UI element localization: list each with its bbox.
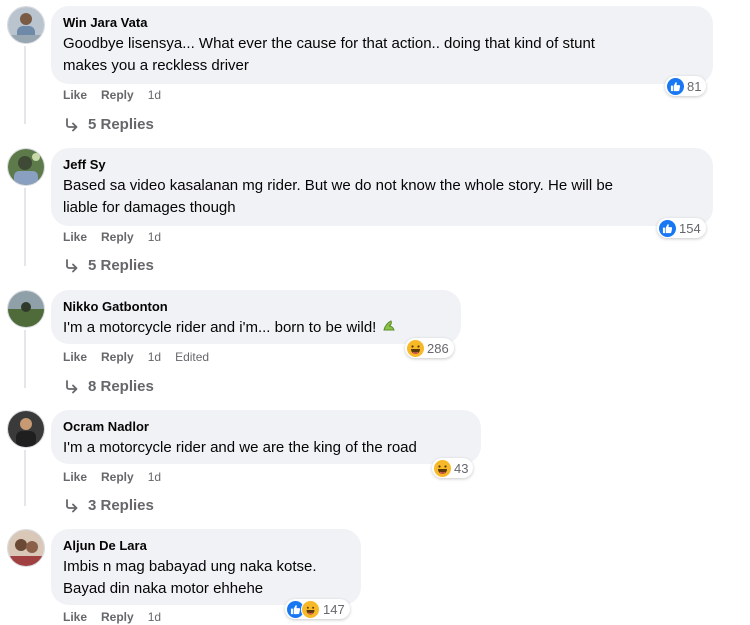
- timestamp[interactable]: 1d: [148, 87, 161, 103]
- reaction-summary[interactable]: 286: [405, 338, 454, 358]
- avatar[interactable]: [7, 410, 45, 448]
- replies-label: 5 Replies: [88, 257, 154, 274]
- reaction-count: 286: [427, 340, 449, 356]
- thread-line: [24, 450, 26, 506]
- comment-bubble: Nikko Gatbonton I'm a motorcycle rider a…: [51, 290, 461, 344]
- reaction-summary[interactable]: 154: [657, 218, 706, 238]
- comment-text-line: Based sa video kasalanan mg rider. But w…: [63, 177, 614, 194]
- avatar[interactable]: [7, 529, 45, 567]
- like-icon: [659, 219, 676, 237]
- view-replies-button[interactable]: 5 Replies: [64, 115, 154, 135]
- comment-author[interactable]: Jeff Sy: [63, 156, 701, 173]
- replies-label: 3 Replies: [88, 497, 154, 514]
- comment-text: I'm a motorcycle rider and we are the ki…: [63, 437, 469, 459]
- reaction-count: 154: [679, 220, 701, 236]
- comment-text-line: I'm a motorcycle rider and we are the ki…: [63, 439, 417, 456]
- reaction-count: 43: [454, 460, 469, 476]
- reply-button[interactable]: Reply: [101, 87, 134, 103]
- comment-actions: Like Reply 1d: [63, 87, 161, 103]
- replies-label: 5 Replies: [88, 116, 154, 133]
- reply-arrow-icon: [66, 380, 78, 394]
- like-icon: [667, 77, 684, 95]
- comment-text: Goodbye lisensya... What ever the cause …: [63, 33, 701, 77]
- comment-actions: Like Reply 1d Edited: [63, 349, 209, 365]
- reply-arrow-icon: [66, 259, 78, 273]
- comment-author[interactable]: Aljun De Lara: [63, 537, 349, 554]
- comment-text: I'm a motorcycle rider and i'm... born t…: [63, 317, 449, 339]
- comment-text-line: I'm a motorcycle rider and i'm... born t…: [63, 319, 377, 336]
- haha-icon: [301, 599, 320, 619]
- timestamp[interactable]: 1d: [148, 469, 161, 485]
- haha-icon: [434, 459, 451, 477]
- avatar[interactable]: [7, 290, 45, 328]
- comment-text-line: Bayad din naka motor ehhehe: [63, 580, 264, 597]
- timestamp[interactable]: 1d: [148, 229, 161, 245]
- reaction-summary[interactable]: 147: [285, 599, 350, 619]
- comment-actions: Like Reply 1d: [63, 469, 161, 485]
- comment-bubble: Aljun De Lara Imbis n mag babayad ung na…: [51, 529, 361, 605]
- comment-text-line: makes you a reckless driver: [63, 57, 249, 74]
- haha-icon: [407, 339, 424, 357]
- like-button[interactable]: Like: [63, 229, 87, 245]
- edited-label: Edited: [175, 350, 210, 364]
- avatar[interactable]: [7, 6, 45, 44]
- reply-arrow-icon: [66, 118, 78, 132]
- like-button[interactable]: Like: [63, 609, 87, 625]
- avatar[interactable]: [7, 148, 45, 186]
- comment-author[interactable]: Win Jara Vata: [63, 14, 701, 31]
- reply-button[interactable]: Reply: [101, 469, 134, 485]
- comment-bubble: Jeff Sy Based sa video kasalanan mg ride…: [51, 148, 713, 226]
- thread-line: [24, 330, 26, 388]
- thread-line: [24, 46, 26, 124]
- view-replies-button[interactable]: 8 Replies: [64, 377, 154, 397]
- reaction-summary[interactable]: 81: [665, 76, 707, 96]
- comment-text-line: liable for damages though: [63, 199, 236, 216]
- timestamp[interactable]: 1d: [148, 609, 161, 625]
- comment-actions: Like Reply 1d: [63, 229, 161, 245]
- reaction-count: 81: [687, 78, 702, 94]
- comment-bubble: Win Jara Vata Goodbye lisensya... What e…: [51, 6, 713, 84]
- reply-arrow-icon: [66, 499, 78, 513]
- reply-button[interactable]: Reply: [101, 229, 134, 245]
- comment-bubble: Ocram Nadlor I'm a motorcycle rider and …: [51, 410, 481, 464]
- comment-text-line: Goodbye lisensya... What ever the cause …: [63, 35, 595, 52]
- timestamp[interactable]: 1d: [148, 349, 161, 365]
- sticker-icon: [382, 317, 398, 339]
- comment-text: Imbis n mag babayad ung naka kotse. Baya…: [63, 556, 349, 600]
- reply-button[interactable]: Reply: [101, 349, 134, 365]
- comment-text-line: Imbis n mag babayad ung naka kotse.: [63, 558, 317, 575]
- thread-line: [24, 188, 26, 266]
- like-button[interactable]: Like: [63, 349, 87, 365]
- reply-button[interactable]: Reply: [101, 609, 134, 625]
- view-replies-button[interactable]: 3 Replies: [64, 496, 154, 516]
- reaction-summary[interactable]: 43: [432, 458, 474, 478]
- comment-author[interactable]: Nikko Gatbonton: [63, 298, 449, 315]
- like-button[interactable]: Like: [63, 87, 87, 103]
- replies-label: 8 Replies: [88, 378, 154, 395]
- view-replies-button[interactable]: 5 Replies: [64, 256, 154, 276]
- comment-author[interactable]: Ocram Nadlor: [63, 418, 469, 435]
- like-button[interactable]: Like: [63, 469, 87, 485]
- comment-actions: Like Reply 1d: [63, 609, 161, 625]
- reaction-count: 147: [323, 601, 345, 617]
- comment-text: Based sa video kasalanan mg rider. But w…: [63, 175, 701, 219]
